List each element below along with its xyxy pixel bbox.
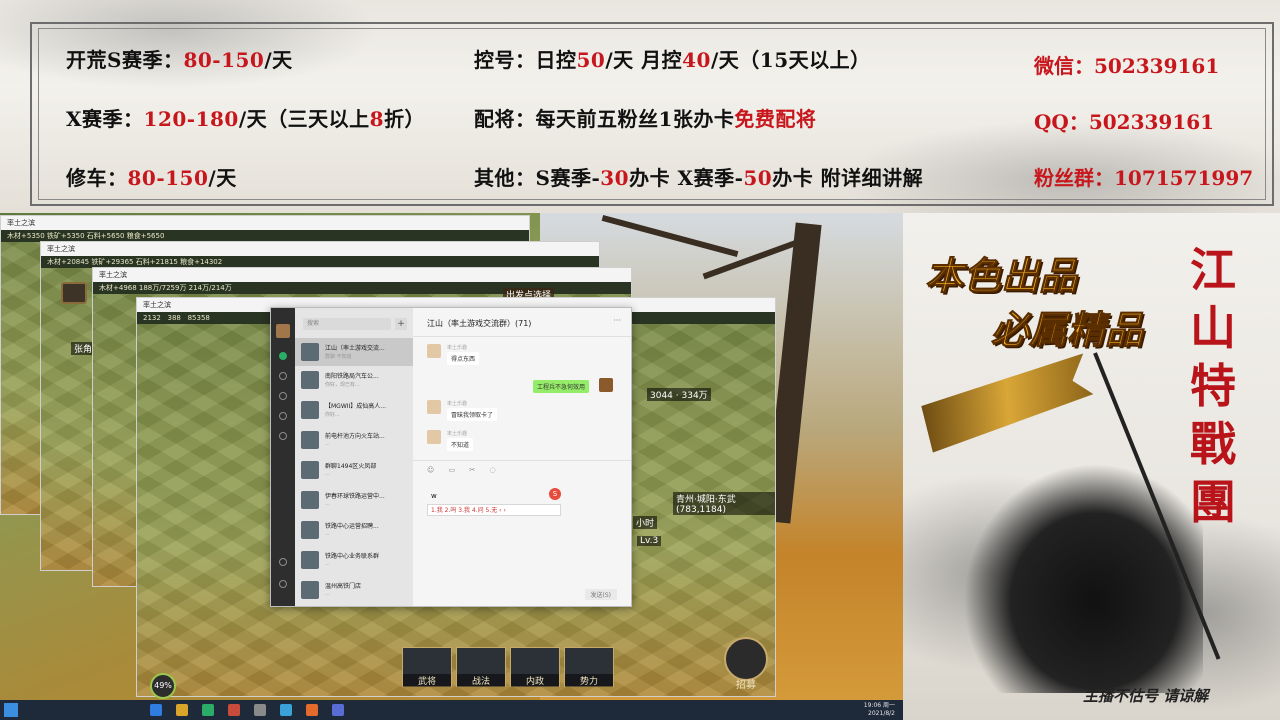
avatar xyxy=(301,491,319,509)
recruit-button[interactable]: 招募 xyxy=(724,637,768,691)
faction-button[interactable]: 势力 xyxy=(564,647,614,687)
wechat-nav xyxy=(271,308,295,606)
price-general-setup: 配将：每天前五粉丝1张办卡免费配将 xyxy=(474,107,817,131)
chat-icon[interactable] xyxy=(279,352,287,360)
price-other: 其他：S赛季-30办卡 X赛季-50办卡 附详细讲解 xyxy=(474,166,924,190)
ime-logo-icon: S xyxy=(549,488,561,500)
price-season-x: X赛季：120-180/天（三天以上8折） xyxy=(66,107,426,131)
slogan-line-1: 本色出品 xyxy=(924,253,1078,299)
avatar xyxy=(599,378,613,392)
slogan-line-2: 必属精品 xyxy=(990,307,1144,353)
info-banner: 开荒S赛季：80-150/天 X赛季：120-180/天（三天以上8折） 修车：… xyxy=(0,0,1280,213)
list-item[interactable]: 江山（率土游戏交流... 群聊·不知道 xyxy=(295,338,413,366)
avatar xyxy=(427,430,441,444)
contact-qq: QQ：502339161 xyxy=(1034,110,1215,134)
list-item[interactable]: 铁路中心业务联系群 ... xyxy=(295,546,413,574)
add-button[interactable]: + xyxy=(395,318,407,330)
app-icon[interactable] xyxy=(332,704,344,716)
contact-fans-group: 粉丝群：1071571997 xyxy=(1034,166,1254,190)
chat-list: 搜索 + 江山（率土游戏交流... 群聊·不知道 南阳铁路局汽车公... 你好，… xyxy=(295,308,413,606)
app-icon[interactable] xyxy=(306,704,318,716)
app-icon[interactable] xyxy=(280,704,292,716)
list-item[interactable]: 【MGWII】成仙高人... 你好... xyxy=(295,396,413,424)
menu-icon[interactable] xyxy=(279,580,287,588)
affairs-button[interactable]: 内政 xyxy=(510,647,560,687)
disclaimer: 主播不估号 请谅解 xyxy=(1083,687,1209,705)
city-icon[interactable] xyxy=(61,282,87,304)
avatar xyxy=(301,371,319,389)
price-repair: 修车：80-150/天 xyxy=(66,166,237,190)
coords-readout: 青州·城阳·东武 (783,1184) xyxy=(673,492,775,515)
chat-title: 江山（率土游戏交流群）(71) xyxy=(427,319,532,328)
folder-icon[interactable] xyxy=(176,704,188,716)
search-input[interactable]: 搜索 xyxy=(303,318,391,330)
avatar xyxy=(301,343,319,361)
start-icon[interactable] xyxy=(4,703,18,717)
phone-icon[interactable] xyxy=(279,558,287,566)
message-input[interactable]: w xyxy=(431,492,437,500)
app-icon[interactable] xyxy=(228,704,240,716)
favorites-icon[interactable] xyxy=(279,392,287,400)
horse-rider-silhouette xyxy=(963,463,1203,693)
app-icon[interactable] xyxy=(254,704,266,716)
war-flag xyxy=(918,353,1097,452)
list-item[interactable]: 前电杆池方向火车站... ... xyxy=(295,426,413,454)
taskbar: 19:06 周一 2021/8/2 xyxy=(0,700,903,720)
browser-icon[interactable] xyxy=(150,704,162,716)
contact-wechat: 微信：502339161 xyxy=(1034,54,1220,78)
battery-percent: 49% xyxy=(150,673,176,699)
contacts-icon[interactable] xyxy=(279,372,287,380)
files-icon[interactable] xyxy=(279,412,287,420)
price-season-s: 开荒S赛季：80-150/天 xyxy=(66,48,293,72)
input-toolbar[interactable]: ☺ ▭ ✂ ◌ xyxy=(427,466,502,474)
send-button[interactable]: 发送(S) xyxy=(584,589,617,600)
tactics-button[interactable]: 战法 xyxy=(456,647,506,687)
list-item[interactable]: 南阳铁路局汽车公... 你好，现已有... xyxy=(295,366,413,394)
system-clock[interactable]: 19:06 周一 2021/8/2 xyxy=(864,702,895,718)
moments-icon[interactable] xyxy=(279,432,287,440)
generals-button[interactable]: 武将 xyxy=(402,647,452,687)
ime-candidates[interactable]: 1.我 2.吗 3.我 4.问 5.无 ‹ › xyxy=(427,504,561,516)
price-account-control: 控号：日控50/天 月控40/天（15天以上） xyxy=(474,48,871,72)
avatar xyxy=(301,461,319,479)
avatar[interactable] xyxy=(276,324,290,338)
avatar xyxy=(301,431,319,449)
avatar xyxy=(427,400,441,414)
avatar xyxy=(427,344,441,358)
list-item[interactable]: 伊春环球铁路运营中... ... xyxy=(295,486,413,514)
avatar xyxy=(301,581,319,599)
list-item[interactable]: 群聊1494区火凤部 ... xyxy=(295,456,413,484)
wechat-icon[interactable] xyxy=(202,704,214,716)
avatar xyxy=(301,521,319,539)
avatar xyxy=(301,551,319,569)
list-item[interactable]: 铁路中心运营招聘... ... xyxy=(295,516,413,544)
list-item[interactable]: 温州高铁门店 ... xyxy=(295,576,413,604)
wechat-window[interactable]: 搜索 + 江山（率土游戏交流... 群聊·不知道 南阳铁路局汽车公... 你好，… xyxy=(270,307,632,607)
stream-capture: 率土之滨 木材+5350 铁矿+5350 石料+5650 粮食+5650 率土之… xyxy=(0,213,903,700)
avatar xyxy=(301,401,319,419)
chat-pane: 江山（率土游戏交流群）(71) ··· 率土乐趣 得点东西 工程兵不急何效用 率… xyxy=(413,308,631,606)
more-icon[interactable]: ··· xyxy=(613,316,621,325)
promo-panel: 本色出品 必属精品 江山特戰團 主播不估号 请谅解 xyxy=(903,213,1280,720)
